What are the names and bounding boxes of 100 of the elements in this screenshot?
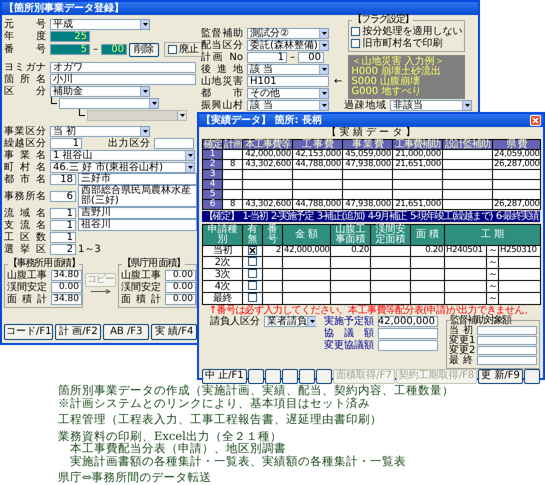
number-field[interactable]: 5: [50, 44, 90, 55]
area-field[interactable]: 0.00: [165, 282, 196, 292]
table-cell: 0.20: [410, 245, 444, 256]
area-field[interactable]: 0.00: [165, 270, 196, 280]
section-title: 【 実 績 デ ー タ 】: [326, 128, 416, 138]
text-field[interactable]: H101: [247, 76, 329, 86]
field-label: 変更協議額: [324, 340, 374, 351]
table-cell: 2: [262, 245, 282, 256]
name-field[interactable]: 祖谷川: [78, 219, 197, 231]
legend-item: 4-9月補正: [368, 210, 406, 222]
column-header: 申請種別: [202, 224, 242, 245]
dropdown[interactable]: 補助金: [50, 86, 150, 96]
code-field[interactable]: 1: [50, 220, 76, 230]
field-label: ヨミガナ: [4, 62, 46, 72]
area-field[interactable]: 0.00: [165, 294, 196, 304]
code-field[interactable]: 1: [50, 208, 76, 218]
column-header: 工 期: [444, 224, 541, 245]
table-cell: 21,651,000: [392, 159, 442, 169]
description-line: 実施計画書額の各種集計・一覧表、実績額の各種集計・一覧表: [69, 454, 407, 467]
row-header: 4: [202, 179, 222, 189]
dropdown[interactable]: 該 当: [247, 64, 329, 74]
text-field[interactable]: 1: [50, 232, 76, 242]
legend-item: 【確定】: [204, 210, 239, 222]
window-title: 【箇所別事業データ登録】: [4, 3, 124, 14]
table-cell: H240501: [444, 245, 486, 256]
field-label: 面積計: [7, 294, 47, 304]
field-label: 渓間安定: [7, 282, 47, 292]
table-cell: 44,788,000: [292, 159, 342, 169]
amount-field[interactable]: 42,000,000: [378, 316, 438, 327]
field-label: 配当区分: [201, 40, 243, 50]
field-label: 振興山村: [201, 100, 243, 110]
field-label: 年度: [4, 30, 46, 42]
text-field[interactable]: 2: [50, 244, 76, 254]
number-suffix-field[interactable]: 00: [101, 44, 127, 55]
dropdown[interactable]: 非該当: [390, 100, 472, 110]
dropdown[interactable]: 委託(森林整備): [247, 40, 329, 50]
row-header: 3: [202, 169, 222, 179]
arrow-text: ←: [333, 76, 342, 86]
dropdown[interactable]: 当 初: [50, 126, 150, 136]
function-button[interactable]: コード/F1: [4, 324, 54, 340]
area-field[interactable]: 34.80: [51, 294, 82, 304]
function-button[interactable]: 中 止/F1: [202, 368, 247, 384]
text-field[interactable]: 00: [298, 52, 324, 62]
dropdown[interactable]: 測試分②: [247, 28, 329, 38]
dropdown[interactable]: 業者請負: [264, 316, 316, 327]
table-cell: 24,059,000: [492, 149, 540, 159]
column-header: 番号: [262, 224, 282, 245]
year-field[interactable]: 25: [50, 30, 90, 42]
description-line: 本工事費配当分表（申請）、地区別調書: [70, 442, 287, 454]
function-button[interactable]: AB /F3: [103, 324, 150, 340]
field-label: 面積計: [121, 294, 161, 304]
text-field[interactable]: 1: [50, 138, 82, 148]
table-cell: 26,287,000: [492, 159, 540, 169]
dropdown[interactable]: その他: [247, 88, 329, 98]
function-button[interactable]: 更 新/F9: [478, 368, 523, 384]
column-header: 本工事費等: [242, 139, 292, 149]
field-label: 後進地: [201, 64, 243, 74]
name-field[interactable]: 三好市: [78, 173, 197, 185]
legend-item: 6-最終実績: [496, 210, 538, 222]
table-cell: ～: [486, 292, 498, 304]
area-field[interactable]: 0.00: [51, 282, 82, 292]
field-label: 実施予定額: [324, 316, 374, 327]
dropdown[interactable]: 1 祖谷山: [50, 150, 195, 160]
area-field[interactable]: 34.80: [51, 270, 82, 280]
field-label: 選挙区: [4, 244, 46, 254]
table-cell: ～: [486, 245, 498, 256]
dropdown[interactable]: 該 当: [247, 100, 329, 110]
legend-item: 1-当初: [242, 210, 268, 222]
table-cell: 26,287,000: [492, 199, 540, 209]
field-label: 町村名: [4, 162, 46, 172]
code-field[interactable]: 6: [50, 190, 76, 202]
function-button[interactable]: 計 画/F2: [55, 324, 102, 340]
delete-button[interactable]: 削除: [129, 42, 159, 56]
table-cell: 8: [222, 159, 242, 169]
column-header: 計画: [222, 139, 242, 149]
table-cell: 43,302,600: [242, 159, 292, 169]
name-field[interactable]: 西部総合県民局農林水産部(三好): [78, 185, 197, 207]
dropdown[interactable]: 46.三 好 市(東祖谷山村): [50, 162, 195, 172]
column-header: 工事費補助: [392, 139, 442, 149]
field-label: 過疎地域: [344, 100, 386, 110]
text-field[interactable]: 小川: [50, 74, 196, 84]
field-label: 区分: [4, 86, 46, 96]
description-line: 工程管理（工程表入力、工事工程報告書、遅延理由書印刷）: [58, 413, 383, 426]
table-cell: H250310: [498, 245, 541, 256]
text-field[interactable]: オガワ: [50, 62, 196, 72]
table-cell: 44,788,000: [292, 199, 342, 209]
field-label: 山腹工事: [7, 270, 47, 280]
table-cell: 43,302,600: [242, 199, 292, 209]
field-label: 監督補助: [201, 28, 243, 38]
field-label: 山腹工事: [121, 270, 161, 280]
code-field[interactable]: 18: [50, 174, 76, 184]
dropdown[interactable]: 平成: [50, 18, 150, 30]
function-button[interactable]: 実 績/F4: [151, 324, 198, 340]
description-line: ※計画システムとのリンクにより、基本項目はセット済み: [58, 396, 371, 409]
name-field[interactable]: 吉野川: [78, 207, 197, 219]
field-label: 流域名: [4, 208, 46, 218]
checkbox-label: 廃止: [179, 44, 199, 55]
text-field[interactable]: 1: [247, 52, 287, 62]
field-label: 請負人区分: [210, 316, 260, 327]
field-label: 事業名: [4, 150, 46, 160]
